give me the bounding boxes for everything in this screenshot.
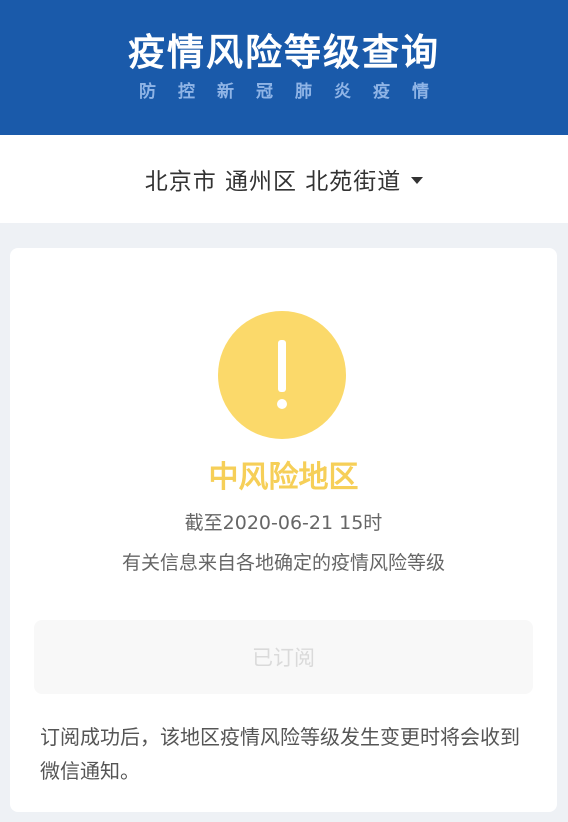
- location-label: 北京市 通州区 北苑街道: [144, 169, 402, 195]
- as-of-time: 截至2020-06-21 15时: [184, 512, 383, 534]
- header-banner: 疫情风险等级查询 防控新冠肺炎疫情: [0, 0, 568, 135]
- location-selector[interactable]: 北京市 通州区 北苑街道: [0, 135, 568, 223]
- page-subtitle: 防控新冠肺炎疫情: [139, 82, 451, 102]
- caret-down-icon: [411, 176, 424, 184]
- subscribe-notice: 订阅成功后，该地区疫情风险等级发生变更时将会收到微信通知。: [40, 725, 520, 783]
- exclamation-bar: [278, 340, 286, 392]
- exclamation-dot: [277, 399, 287, 409]
- risk-card: 中风险地区 截至2020-06-21 15时 有关信息来自各地确定的疫情风险等级…: [10, 248, 557, 812]
- source-note: 有关信息来自各地确定的疫情风险等级: [121, 552, 445, 574]
- warning-icon: [218, 311, 346, 439]
- page-title: 疫情风险等级查询: [128, 31, 440, 74]
- risk-level-text: 中风险地区: [208, 460, 359, 495]
- subscribe-button[interactable]: 已订阅: [34, 620, 533, 694]
